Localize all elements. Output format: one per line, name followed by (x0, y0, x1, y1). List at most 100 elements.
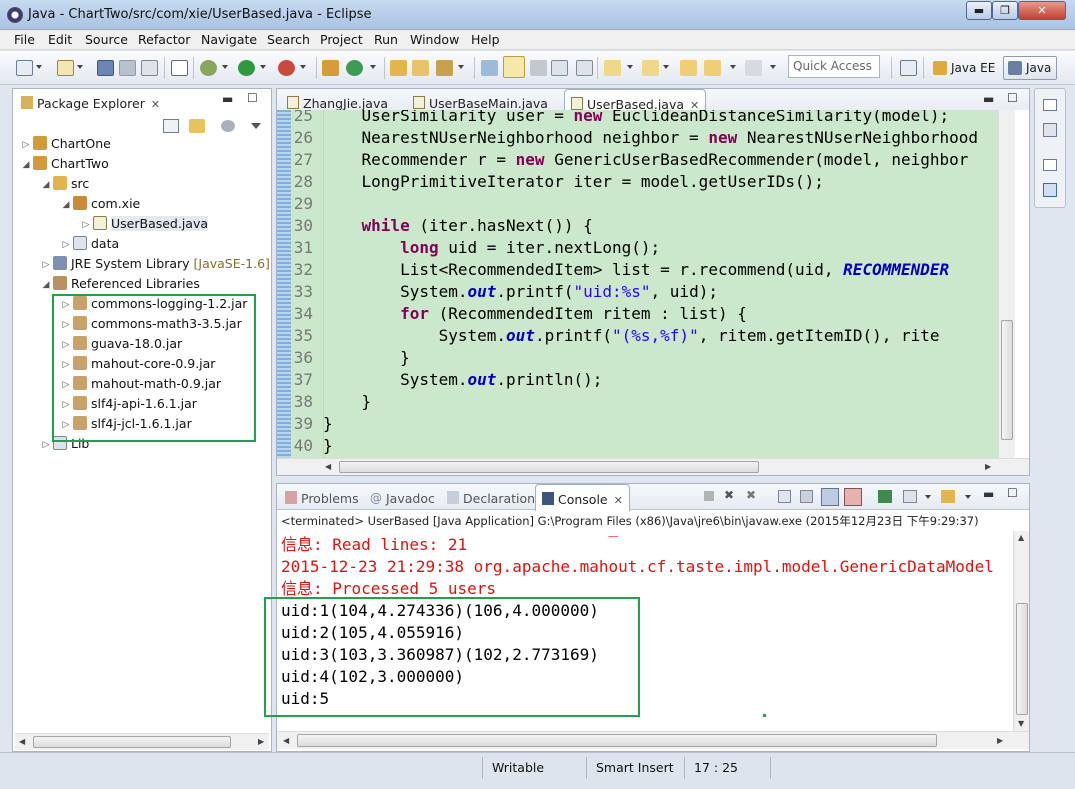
chevron-down-icon[interactable] (730, 65, 736, 69)
minimize-view-icon[interactable]: ▬ (222, 92, 233, 106)
minimize-view-icon[interactable]: ▬ (983, 92, 994, 106)
menu-window[interactable]: Window (410, 32, 459, 47)
new-class-icon[interactable] (346, 60, 363, 76)
close-icon[interactable]: ✕ (614, 494, 623, 507)
run-icon[interactable] (238, 60, 255, 76)
chevron-down-icon[interactable] (260, 65, 266, 69)
display-console-icon[interactable] (903, 490, 917, 503)
chevron-down-icon[interactable] (36, 65, 42, 69)
tree-item-userbased-java[interactable]: ▷ UserBased.java (81, 216, 209, 236)
open-type-icon[interactable] (390, 60, 407, 76)
explorer-horizontal-scrollbar[interactable]: ◀ ▶ (15, 733, 269, 750)
chevron-down-icon[interactable] (663, 65, 669, 69)
show-on-output-icon[interactable] (821, 488, 839, 506)
restore-icon[interactable] (1043, 99, 1057, 111)
chevron-down-icon[interactable] (77, 65, 83, 69)
maximize-view-icon[interactable]: ☐ (247, 91, 258, 105)
toggle-mark-occurrences-icon[interactable] (481, 60, 498, 76)
skip-breakpoints-icon[interactable] (171, 60, 188, 76)
scroll-left-icon[interactable]: ◀ (19, 737, 25, 746)
tree-item-src[interactable]: ◢ src (41, 176, 89, 196)
scroll-thumb[interactable] (1016, 603, 1028, 715)
minimize-button[interactable]: ▬ (966, 1, 992, 20)
menu-edit[interactable]: Edit (48, 32, 72, 47)
save-icon[interactable] (97, 60, 114, 76)
close-icon[interactable]: ✕ (151, 98, 160, 111)
menu-source[interactable]: Source (85, 32, 128, 47)
terminate-icon[interactable] (704, 491, 714, 501)
scroll-right-icon[interactable]: ▶ (985, 462, 991, 471)
external-tools-icon[interactable] (278, 60, 295, 76)
quick-access-input[interactable]: Quick Access (788, 55, 880, 78)
show-on-error-icon[interactable] (844, 488, 862, 506)
tab-console[interactable]: Console ✕ (535, 484, 630, 511)
scroll-thumb[interactable] (339, 461, 759, 473)
editor-vertical-scrollbar[interactable] (998, 110, 1015, 458)
maximize-view-icon[interactable]: ☐ (1007, 486, 1018, 500)
menu-refactor[interactable]: Refactor (138, 32, 190, 47)
chevron-down-icon[interactable] (627, 65, 633, 69)
scroll-left-icon[interactable]: ◀ (283, 736, 289, 745)
open-perspective-icon[interactable] (900, 60, 917, 76)
print-icon[interactable] (141, 60, 158, 76)
chevron-down-icon[interactable] (222, 65, 228, 69)
expand-arrow-icon[interactable]: ▷ (61, 240, 71, 250)
view-menu-chevron-down-icon[interactable] (251, 123, 261, 129)
show-source-icon[interactable] (576, 60, 593, 76)
scroll-down-icon[interactable]: ▼ (1018, 719, 1024, 728)
tab-package-explorer[interactable]: Package Explorer ✕ (15, 89, 166, 115)
new-java-project-icon[interactable] (322, 60, 339, 76)
close-button[interactable]: ✕ (1018, 1, 1066, 20)
collapse-arrow-icon[interactable]: ◢ (61, 200, 71, 210)
chevron-down-icon[interactable] (925, 495, 931, 499)
console-horizontal-scrollbar[interactable]: ◀ ▶ (277, 731, 1029, 749)
task-list-icon[interactable] (1043, 123, 1057, 137)
chevron-down-icon[interactable] (458, 65, 464, 69)
back-icon[interactable] (704, 60, 721, 76)
code-editor[interactable]: 25 UserSimilarity user = new EuclideanDi… (291, 110, 998, 458)
new-icon[interactable] (16, 60, 33, 76)
scroll-thumb[interactable] (33, 736, 231, 748)
tree-item-charttwo[interactable]: ◢ ChartTwo (21, 156, 109, 176)
forward-icon[interactable] (745, 60, 762, 76)
show-whitespace-icon[interactable] (551, 60, 568, 76)
remove-launch-icon[interactable]: ✖ (724, 488, 734, 502)
outline-icon[interactable] (1043, 183, 1057, 197)
menu-help[interactable]: Help (471, 32, 500, 47)
chevron-down-icon[interactable] (300, 65, 306, 69)
scroll-thumb[interactable] (1001, 320, 1013, 440)
next-annotation-icon[interactable] (604, 60, 621, 76)
remove-all-launches-icon[interactable]: ✖ (746, 488, 756, 502)
restore-icon[interactable] (1043, 159, 1057, 171)
expand-arrow-icon[interactable]: ▷ (41, 440, 51, 450)
debug-icon[interactable] (200, 60, 217, 76)
tab-problems[interactable]: Problems (279, 484, 365, 510)
scroll-left-icon[interactable]: ◀ (325, 462, 331, 471)
open-resource-icon[interactable] (412, 60, 429, 76)
scroll-lock-icon[interactable] (800, 490, 813, 503)
highlight-toggle-icon[interactable] (503, 56, 525, 78)
tab-javadoc[interactable]: @ Javadoc (364, 484, 441, 510)
perspective-java[interactable]: Java (1003, 56, 1058, 80)
maximize-button[interactable]: ❐ (992, 1, 1018, 20)
search-icon[interactable] (436, 60, 453, 76)
menu-run[interactable]: Run (374, 32, 398, 47)
chevron-down-icon[interactable] (770, 65, 776, 69)
chevron-down-icon[interactable] (370, 65, 376, 69)
collapse-arrow-icon[interactable]: ◢ (41, 280, 51, 290)
menu-navigate[interactable]: Navigate (201, 32, 257, 47)
tree-item-data[interactable]: ▷ data (61, 236, 119, 256)
scroll-right-icon[interactable]: ▶ (258, 737, 264, 746)
clear-console-icon[interactable] (778, 490, 791, 503)
tree-item-referenced-libraries[interactable]: ◢ Referenced Libraries (41, 276, 200, 296)
tab-declaration[interactable]: Declaration (441, 484, 541, 510)
save-all-icon[interactable] (119, 60, 136, 76)
scroll-right-icon[interactable]: ▶ (997, 736, 1003, 745)
link-with-editor-icon[interactable] (189, 119, 205, 133)
tree-item-com-xie[interactable]: ◢ com.xie (61, 196, 140, 216)
tree-item-chartone[interactable]: ▷ ChartOne (21, 136, 111, 156)
editor-horizontal-scrollbar[interactable]: ◀ ▶ (277, 458, 1029, 475)
collapse-all-icon[interactable] (163, 119, 179, 133)
maximize-view-icon[interactable]: ☐ (1007, 91, 1018, 105)
expand-arrow-icon[interactable]: ▷ (41, 260, 51, 270)
